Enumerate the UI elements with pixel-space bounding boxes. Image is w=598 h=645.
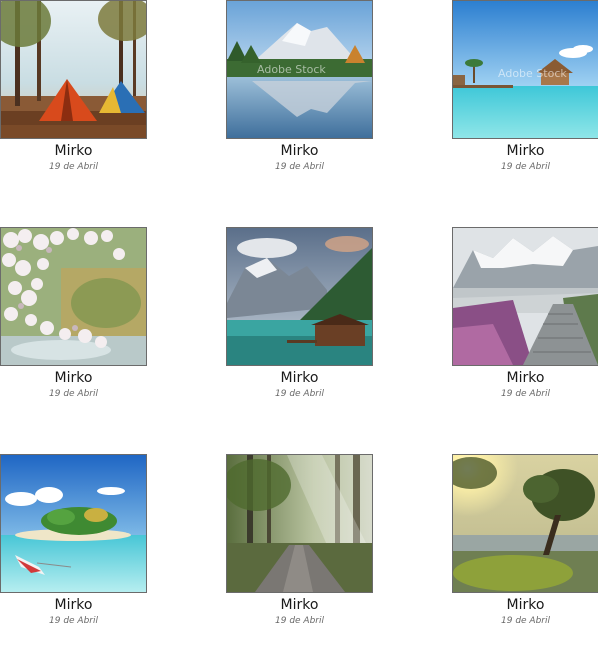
card-title: Mirko [506, 370, 545, 386]
gallery-card[interactable]: Mirko 19 de Abril [0, 0, 147, 173]
sunlit-forest-road-image[interactable] [226, 454, 373, 593]
tropical-overwater-bungalow-image[interactable]: Adobe Stock [452, 0, 598, 139]
tropical-island-boat-illustration [1, 455, 146, 592]
lakeside-tree-sunset-illustration [453, 455, 598, 592]
card-title: Mirko [54, 370, 93, 386]
card-title: Mirko [506, 143, 545, 159]
card-date: 19 de Abril [501, 162, 550, 172]
watermark-text: Adobe Stock [498, 67, 567, 80]
mountain-lake-reflection-illustration: Adobe Stock [227, 1, 372, 138]
card-date: 19 de Abril [49, 389, 98, 399]
card-date: 19 de Abril [275, 389, 324, 399]
snowy-mountain-stone-path-image[interactable] [452, 227, 598, 366]
mountain-lake-reflection-image[interactable]: Adobe Stock [226, 0, 373, 139]
tropical-overwater-bungalow-illustration: Adobe Stock [453, 1, 598, 138]
gallery-card[interactable]: Mirko 19 de Abril [0, 454, 147, 627]
tropical-island-boat-image[interactable] [0, 454, 147, 593]
photo-gallery: Mirko 19 de Abril Adobe Stock Mirko 19 d… [0, 0, 598, 645]
card-title: Mirko [506, 597, 545, 613]
card-title: Mirko [280, 143, 319, 159]
gallery-card[interactable]: Mirko 19 de Abril [0, 227, 147, 400]
lakeside-tree-sunset-image[interactable] [452, 454, 598, 593]
card-title: Mirko [280, 370, 319, 386]
cherry-blossom-stream-illustration [1, 228, 146, 365]
gallery-card[interactable]: Mirko 19 de Abril [226, 227, 373, 400]
cherry-blossom-stream-image[interactable] [0, 227, 147, 366]
camping-tents-forest-image[interactable] [0, 0, 147, 139]
gallery-card[interactable]: Adobe Stock Mirko 19 de Abril [452, 0, 598, 173]
card-date: 19 de Abril [49, 162, 98, 172]
card-title: Mirko [280, 597, 319, 613]
card-date: 19 de Abril [275, 162, 324, 172]
card-date: 19 de Abril [49, 616, 98, 626]
card-date: 19 de Abril [275, 616, 324, 626]
card-date: 19 de Abril [501, 616, 550, 626]
watermark-text: Adobe Stock [257, 63, 326, 76]
card-title: Mirko [54, 143, 93, 159]
card-title: Mirko [54, 597, 93, 613]
alpine-lake-boathouse-image[interactable] [226, 227, 373, 366]
gallery-card[interactable]: Mirko 19 de Abril [452, 227, 598, 400]
camping-tents-forest-illustration [1, 1, 146, 138]
alpine-lake-boathouse-illustration [227, 228, 372, 365]
card-date: 19 de Abril [501, 389, 550, 399]
sunlit-forest-road-illustration [227, 455, 372, 592]
gallery-card[interactable]: Mirko 19 de Abril [452, 454, 598, 627]
gallery-card[interactable]: Mirko 19 de Abril [226, 454, 373, 627]
gallery-card[interactable]: Adobe Stock Mirko 19 de Abril [226, 0, 373, 173]
snowy-mountain-stone-path-illustration [453, 228, 598, 365]
